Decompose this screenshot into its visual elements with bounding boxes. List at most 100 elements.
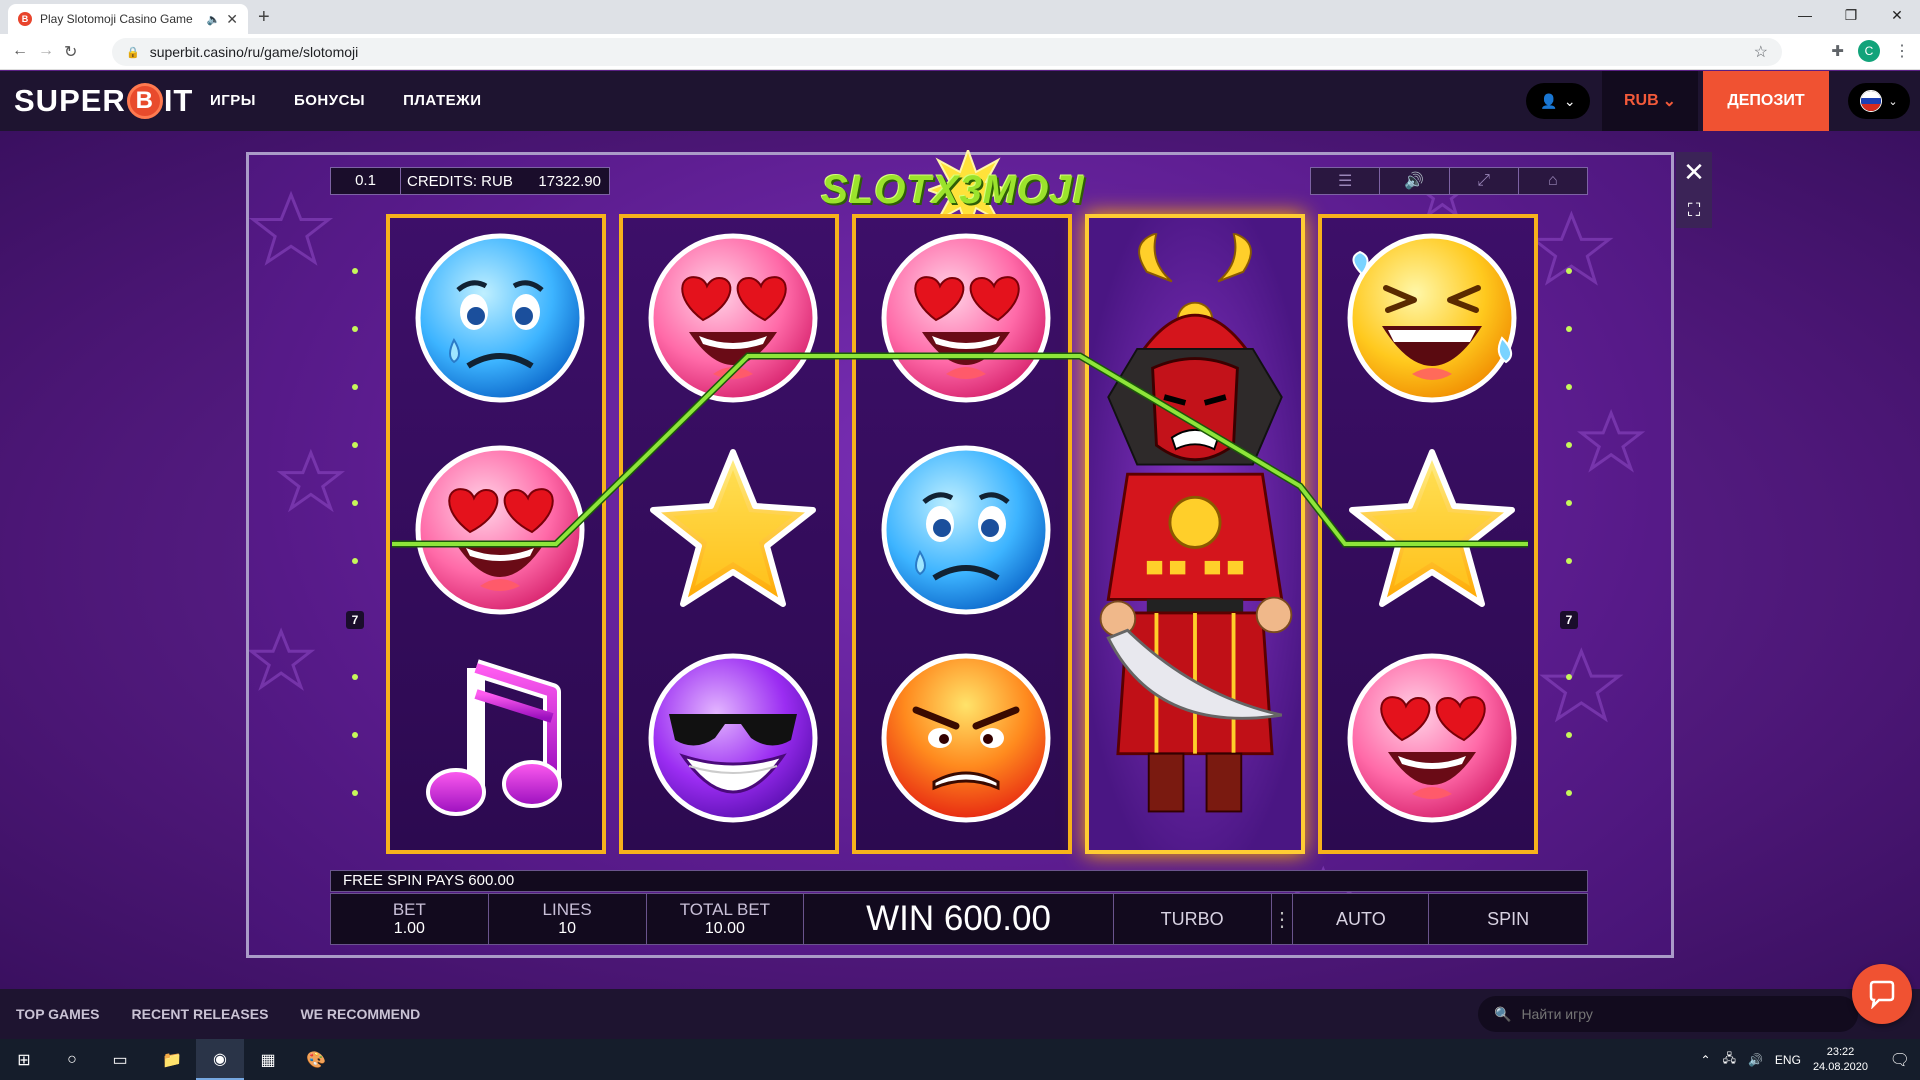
fullscreen-icon[interactable]: ⛶ [1688, 200, 1701, 221]
game-title: SLOTX3MOJI [821, 168, 1085, 212]
menu-icon[interactable]: ☰ [1311, 168, 1381, 194]
turbo-button[interactable]: TURBO [1114, 894, 1272, 944]
logo-text-right: IT [163, 83, 194, 118]
credits-value: 17322.90 [538, 172, 601, 190]
reel-3 [852, 214, 1072, 854]
new-tab-icon[interactable]: + [258, 6, 270, 29]
forward-icon[interactable]: → [38, 42, 54, 60]
denomination[interactable]: 0.1 [331, 168, 401, 194]
reel-4 [1085, 214, 1305, 854]
browser-menu-icon[interactable]: ⋮ [1894, 41, 1910, 61]
network-icon[interactable]: 🖧 [1723, 1049, 1736, 1070]
tray-overflow-icon[interactable]: ⌃ [1701, 1053, 1711, 1067]
recent-releases-link[interactable]: RECENT RELEASES [132, 1006, 269, 1022]
auto-button[interactable]: AUTO [1293, 894, 1430, 944]
line-marker [352, 326, 358, 332]
spin-button[interactable]: SPIN [1429, 894, 1587, 944]
clock[interactable]: 23:22 24.08.2020 [1813, 1045, 1868, 1075]
russia-flag-icon [1860, 90, 1883, 112]
sad-blue-emoji-symbol [876, 440, 1056, 620]
user-icon: 👤 [1540, 92, 1558, 109]
samurai-wild-symbol [1089, 222, 1301, 842]
extensions-puzzle-icon[interactable]: ✚ [1831, 42, 1844, 60]
toolbar-right: ✚ C ⋮ [1831, 40, 1910, 62]
credits-bar: 0.1 CREDITS: RUB 17322.90 [330, 167, 610, 195]
line-marker [1566, 268, 1572, 274]
line-marker [1566, 500, 1572, 506]
clock-time: 23:22 [1826, 1045, 1855, 1058]
top-games-link[interactable]: TOP GAMES [16, 1006, 100, 1022]
more-options-icon[interactable]: ⋮ [1272, 894, 1294, 944]
nav-games[interactable]: ИГРЫ [210, 92, 256, 109]
profile-avatar[interactable]: C [1858, 40, 1880, 62]
bet-value: 1.00 [393, 920, 425, 937]
reel-2 [619, 214, 839, 854]
file-explorer-icon[interactable]: 📁 [148, 1039, 196, 1080]
notifications-icon[interactable]: 🗨 [1890, 1050, 1910, 1070]
input-language[interactable]: ENG [1775, 1053, 1801, 1067]
chrome-icon[interactable]: ◉ [196, 1039, 244, 1080]
game-categories-nav: TOP GAMES RECENT RELEASES WE RECOMMEND [16, 1006, 420, 1022]
chevron-down-icon: ⌄ [1662, 93, 1677, 110]
gold-star-symbol [643, 440, 823, 620]
lock-icon: 🔒 [126, 46, 140, 59]
superbit-logo[interactable]: SUPER B IT [14, 83, 193, 119]
nav-bonuses[interactable]: БОНУСЫ [294, 92, 365, 109]
address-bar[interactable]: 🔒 superbit.casino/ru/game/slotomoji ☆ [112, 38, 1782, 66]
line-marker [1566, 732, 1572, 738]
browser-tab[interactable]: B Play Slotomoji Casino Game 🔈 ✕ [8, 4, 248, 34]
music-note-symbol [410, 648, 590, 828]
calculator-icon[interactable]: ▦ [244, 1039, 292, 1080]
user-menu-button[interactable]: 👤 ⌄ [1526, 83, 1590, 119]
task-view-icon[interactable]: ▭ [96, 1039, 144, 1080]
language-selector[interactable]: ⌄ [1848, 83, 1910, 119]
cortana-search-icon[interactable]: ○ [48, 1039, 96, 1080]
minimize-icon[interactable]: — [1782, 0, 1828, 30]
line-marker [1566, 442, 1572, 448]
home-icon[interactable]: ⌂ [1519, 168, 1587, 194]
browser-tab-bar: B Play Slotomoji Casino Game 🔈 ✕ + — ❐ ✕ [0, 0, 1920, 34]
win-display: WIN 600.00 [804, 894, 1114, 944]
cool-sunglasses-emoji-symbol [643, 648, 823, 828]
laughing-emoji-symbol [1342, 228, 1522, 408]
close-window-icon[interactable]: ✕ [1874, 0, 1920, 30]
credits-label: CREDITS: RUB [407, 172, 513, 190]
close-game-icon[interactable]: ✕ [1683, 159, 1705, 185]
deposit-button[interactable]: ДЕПОЗИТ [1703, 71, 1829, 131]
we-recommend-link[interactable]: WE RECOMMEND [300, 1006, 420, 1022]
search-input[interactable] [1521, 1006, 1822, 1022]
bet-control[interactable]: BET 1.00 [331, 894, 489, 944]
site-favicon-icon: B [18, 12, 32, 26]
line-marker [352, 268, 358, 274]
chevron-down-icon: ⌄ [1563, 92, 1576, 109]
logo-text-left: SUPER [14, 83, 126, 118]
main-nav: ИГРЫ БОНУСЫ ПЛАТЕЖИ [210, 92, 482, 109]
chat-bubble-icon [1869, 980, 1895, 1009]
paint-icon[interactable]: 🎨 [292, 1039, 340, 1080]
line-number-badge: 7 [1560, 611, 1578, 629]
sound-icon[interactable]: 🔊 [1380, 168, 1450, 194]
reload-icon[interactable]: ↻ [64, 42, 77, 62]
currency-selector[interactable]: RUB ⌄ [1602, 71, 1698, 131]
lines-control[interactable]: LINES 10 [489, 894, 647, 944]
windows-start-icon[interactable]: ⊞ [0, 1039, 48, 1080]
line-marker [1566, 326, 1572, 332]
site-header: SUPER B IT ИГРЫ БОНУСЫ ПЛАТЕЖИ 👤 ⌄ RUB ⌄ Д… [0, 71, 1920, 131]
fullscreen-icon[interactable]: ⤢ [1450, 168, 1519, 194]
bookmark-star-icon[interactable]: ☆ [1754, 42, 1768, 62]
tab-title: Play Slotomoji Casino Game [40, 12, 193, 26]
line-marker [352, 500, 358, 506]
live-chat-button[interactable] [1852, 964, 1912, 1024]
nav-payments[interactable]: ПЛАТЕЖИ [403, 92, 481, 109]
tab-close-icon[interactable]: ✕ [226, 11, 238, 28]
restore-icon[interactable]: ❐ [1828, 0, 1874, 30]
back-icon[interactable]: ← [12, 42, 28, 60]
game-control-panel: BET 1.00 LINES 10 TOTAL BET 10.00 WIN 60… [330, 893, 1588, 945]
total-bet-display: TOTAL BET 10.00 [647, 894, 805, 944]
currency-label: RUB [1623, 92, 1659, 109]
window-controls: — ❐ ✕ [1782, 0, 1920, 30]
gold-star-symbol [1342, 440, 1522, 620]
volume-icon[interactable]: 🔊 [1748, 1053, 1763, 1067]
tab-audio-icon[interactable]: 🔈 [207, 13, 221, 26]
game-side-controls: ✕ ⛶ [1676, 152, 1712, 228]
